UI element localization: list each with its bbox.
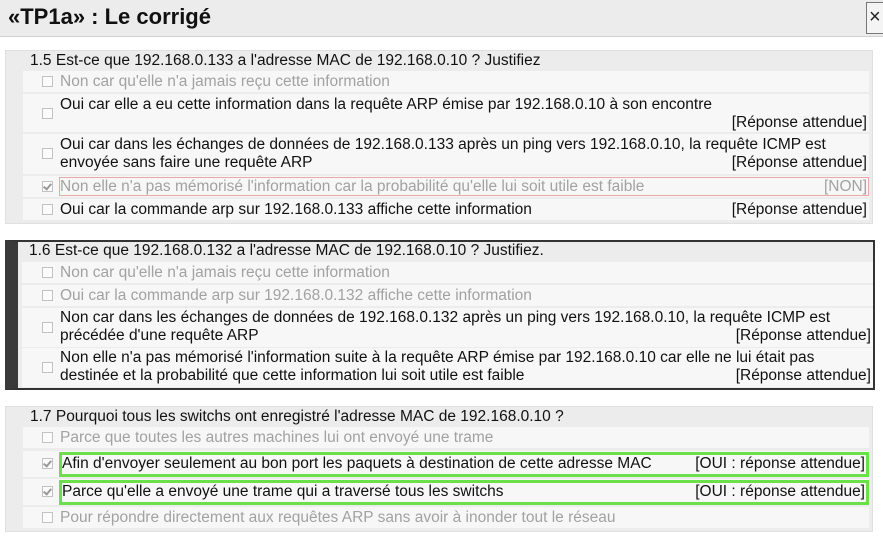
question-title: 1.6 Est-ce que 192.168.0.132 a l'adresse…: [29, 242, 544, 259]
expected-answer-tag: [Réponse attendue]: [735, 367, 871, 384]
answer-text: Oui car elle a eu cette information dans…: [60, 96, 712, 113]
window-titlebar: «TP1a» : Le corrigé ×: [0, 0, 883, 37]
answer-text: Non elle n'a pas mémorisé l'information …: [60, 349, 815, 366]
answer-text: précédée d'une requête ARP: [60, 327, 259, 344]
answer-option[interactable]: Oui car dans les échanges de données de …: [23, 134, 869, 174]
answer-option[interactable]: Parce que toutes les autres machines lui…: [23, 427, 869, 448]
answer-option[interactable]: Non car qu'elle n'a jamais reçu cette in…: [22, 262, 873, 283]
answer-checkbox[interactable]: [42, 322, 53, 333]
expected-answer-tag: [Réponse attendue]: [731, 201, 867, 218]
answer-checkbox-checked[interactable]: [42, 458, 53, 469]
expected-answer-tag: [Réponse attendue]: [731, 114, 867, 131]
answer-text: Parce qu'elle a envoyé une trame qui a t…: [62, 483, 504, 500]
window-title: «TP1a» : Le corrigé: [8, 4, 211, 29]
answer-checkbox[interactable]: [42, 512, 53, 523]
answer-option[interactable]: Non elle n'a pas mémorisé l'information …: [23, 176, 869, 197]
answer-option[interactable]: Oui car la commande arp sur 192.168.0.13…: [23, 199, 869, 220]
question-block-1-7: 1.7 Pourquoi tous les switchs ont enregi…: [5, 406, 873, 532]
question-title: 1.7 Pourquoi tous les switchs ont enregi…: [30, 408, 564, 425]
answer-checkbox[interactable]: [42, 108, 53, 119]
answer-text: Oui car la commande arp sur 192.168.0.13…: [60, 201, 532, 218]
wrong-answer-tag: [NON]: [823, 178, 867, 195]
answer-text: Non elle n'a pas mémorisé l'information …: [60, 178, 645, 195]
answer-option[interactable]: Non elle n'a pas mémorisé l'information …: [22, 348, 873, 387]
answer-text: Non car qu'elle n'a jamais reçu cette in…: [60, 264, 390, 281]
answer-text: destinée et la probabilité que cette inf…: [60, 367, 525, 384]
question-title: 1.5 Est-ce que 192.168.0.133 a l'adresse…: [30, 52, 541, 69]
answer-option[interactable]: Non car dans les échanges de données de …: [22, 308, 873, 347]
question-block-1-5: 1.5 Est-ce que 192.168.0.133 a l'adresse…: [5, 50, 873, 224]
answer-checkbox[interactable]: [42, 76, 53, 87]
answer-text: envoyée sans faire une requête ARP: [60, 154, 313, 171]
answer-checkbox[interactable]: [42, 362, 53, 373]
answer-text: Parce que toutes les autres machines lui…: [60, 429, 494, 446]
expected-answer-tag: [OUI : réponse attendue]: [695, 483, 865, 500]
answer-option[interactable]: Oui car la commande arp sur 192.168.0.13…: [22, 285, 873, 306]
answer-text: Afin d'envoyer seulement au bon port les…: [62, 455, 652, 472]
answer-text: Oui car la commande arp sur 192.168.0.13…: [60, 287, 532, 304]
answer-option[interactable]: Afin d'envoyer seulement au bon port les…: [23, 451, 869, 477]
answer-text: Pour répondre directement aux requêtes A…: [60, 509, 616, 526]
answer-checkbox-checked[interactable]: [42, 486, 53, 497]
answer-checkbox-checked[interactable]: [42, 181, 53, 192]
answer-option[interactable]: Non car qu'elle n'a jamais reçu cette in…: [23, 71, 869, 92]
expected-answer-tag: [Réponse attendue]: [731, 154, 867, 171]
expected-answer-tag: [Réponse attendue]: [735, 327, 871, 344]
answer-text: Non car qu'elle n'a jamais reçu cette in…: [60, 73, 390, 90]
answer-option[interactable]: Pour répondre directement aux requêtes A…: [23, 507, 869, 528]
answer-checkbox[interactable]: [42, 204, 53, 215]
answer-text: Oui car dans les échanges de données de …: [60, 136, 826, 153]
close-button[interactable]: ×: [866, 2, 883, 34]
answer-checkbox[interactable]: [42, 267, 53, 278]
answer-text: Non car dans les échanges de données de …: [60, 309, 831, 326]
question-block-1-6: 1.6 Est-ce que 192.168.0.132 a l'adresse…: [5, 240, 875, 390]
answer-checkbox[interactable]: [42, 148, 53, 159]
answer-option[interactable]: Oui car elle a eu cette information dans…: [23, 94, 869, 132]
answer-checkbox[interactable]: [42, 290, 53, 301]
answer-checkbox[interactable]: [42, 432, 53, 443]
answer-option[interactable]: Parce qu'elle a envoyé une trame qui a t…: [23, 479, 869, 505]
expected-answer-tag: [OUI : réponse attendue]: [695, 455, 865, 472]
